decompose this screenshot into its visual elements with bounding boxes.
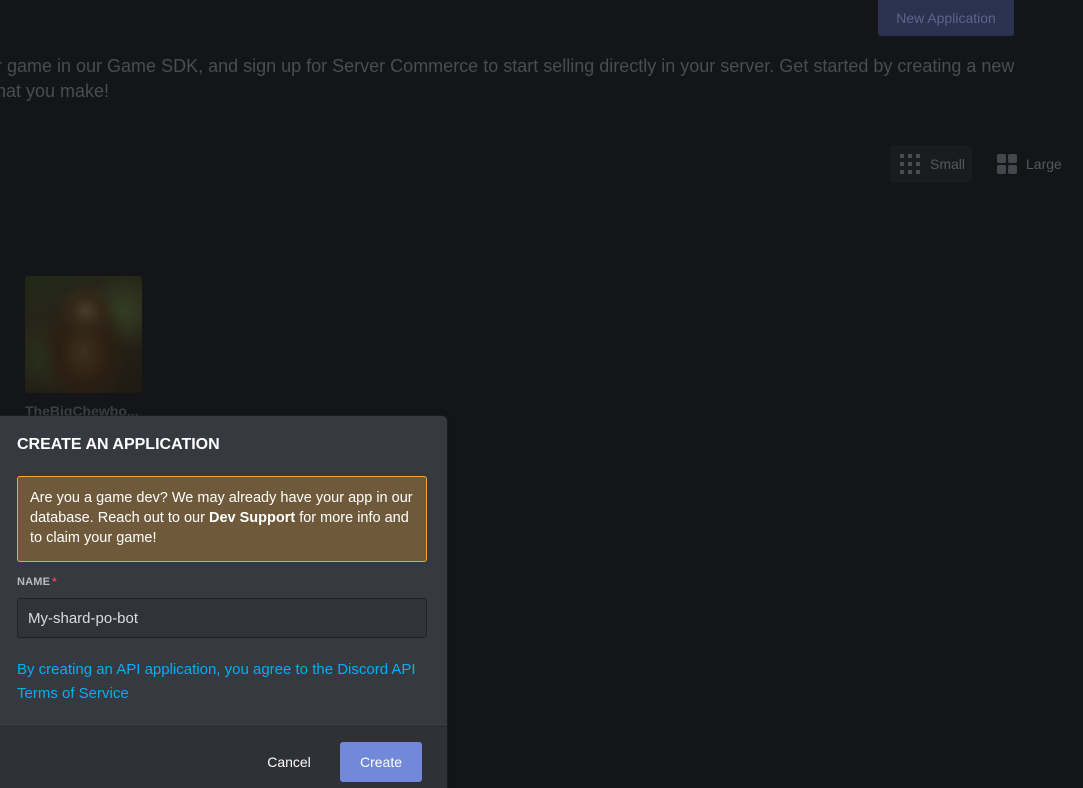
intro-line-2: hat you make! [0, 81, 110, 101]
name-field-label: NAME * [17, 576, 57, 588]
view-small-label: Small [930, 156, 966, 172]
modal-footer: Cancel Create [0, 726, 447, 788]
view-large-toggle[interactable]: Large [990, 145, 1062, 183]
game-dev-notice: Are you a game dev? We may already have … [17, 476, 427, 562]
application-avatar [25, 276, 142, 393]
intro-description: r game in our Game SDK, and sign up for … [0, 54, 1076, 104]
view-small-toggle[interactable]: Small [890, 145, 972, 183]
small-grid-icon [900, 154, 920, 174]
cancel-button[interactable]: Cancel [256, 743, 322, 781]
new-application-button[interactable]: New Application [878, 0, 1014, 36]
terms-of-service-link[interactable]: By creating an API application, you agre… [17, 658, 427, 706]
create-button[interactable]: Create [340, 742, 422, 782]
application-name-input[interactable] [17, 598, 427, 638]
developer-portal-page: New Application r game in our Game SDK, … [0, 0, 1083, 788]
name-label-text: NAME [17, 576, 51, 588]
required-marker: * [52, 576, 57, 588]
view-large-label: Large [1026, 156, 1062, 172]
create-application-modal: CREATE AN APPLICATION Are you a game dev… [0, 416, 447, 788]
intro-line-1: r game in our Game SDK, and sign up for … [0, 56, 1015, 76]
dev-support-link[interactable]: Dev Support [209, 510, 295, 526]
large-grid-icon [997, 154, 1017, 174]
application-card[interactable]: TheBigChewbo... [25, 276, 142, 419]
modal-title: CREATE AN APPLICATION [17, 436, 220, 453]
